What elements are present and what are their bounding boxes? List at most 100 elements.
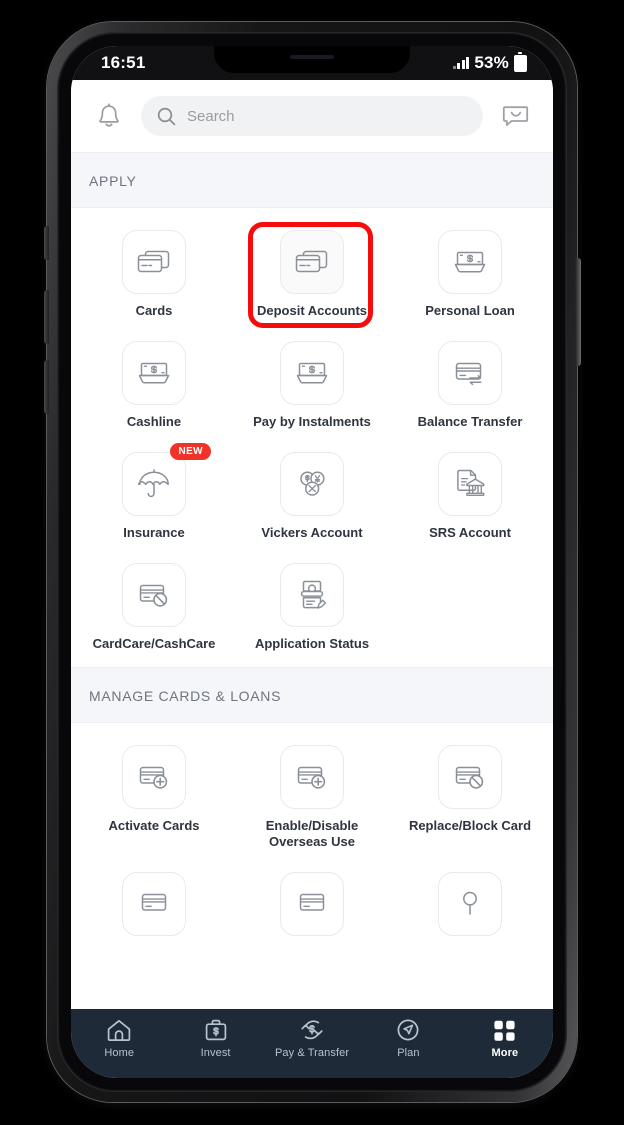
tile-label: Pay by Instalments <box>253 413 371 429</box>
nav-label: Invest <box>200 1047 231 1059</box>
tile-activate-cards[interactable]: Activate Cards <box>75 733 233 860</box>
tile-icon-box <box>122 230 186 294</box>
tile-label: Enable/Disable Overseas Use <box>265 818 359 850</box>
card-icon <box>141 893 167 911</box>
tile-icon-box <box>438 872 502 937</box>
section-header-apply: APPLY <box>71 152 553 208</box>
battery-icon <box>514 52 527 72</box>
nav-label: Pay & Transfer <box>274 1047 350 1059</box>
tile-balance-transfer[interactable]: Balance Transfer <box>391 329 549 440</box>
bank-document-icon <box>457 469 485 496</box>
tile-cardcare-cashcare[interactable]: CardCare/CashCare <box>75 551 233 662</box>
new-badge: NEW <box>170 442 211 460</box>
status-bar-clock: 16:51 <box>101 53 146 72</box>
tile-srs-account[interactable]: SRS Account <box>391 440 549 551</box>
tile-icon-box <box>438 340 502 405</box>
tile-icon-box <box>438 745 502 810</box>
card-transfer-arrows-icon <box>455 362 482 386</box>
tile-partial-1[interactable] <box>75 860 233 955</box>
tile-insurance[interactable]: NEW Insurance <box>75 440 233 551</box>
search-placeholder-text: Search <box>187 107 235 125</box>
tile-vickers-account[interactable]: Vickers Account <box>233 440 391 551</box>
tile-application-status[interactable]: Application Status <box>233 551 391 662</box>
tile-label: Replace/Block Card <box>408 818 532 834</box>
tile-deposit-accounts[interactable]: Deposit Accounts <box>233 218 391 329</box>
tile-label: Deposit Accounts <box>256 303 368 318</box>
tile-partial-2[interactable] <box>233 860 391 955</box>
tile-icon-box <box>280 451 344 516</box>
search-icon <box>157 107 176 125</box>
tile-label: CardCare/CashCare <box>92 635 216 651</box>
tile-grid-manage-cards-loans: Activate Cards Enable/Disable Overseas U… <box>71 723 553 962</box>
tile-icon-box <box>122 562 186 627</box>
nav-label: Plan <box>397 1047 420 1059</box>
tile-replace-block-card[interactable]: Replace/Block Card <box>391 733 549 860</box>
phone-screen: 16:51 53% Search APPLY Cards Deposit Acc… <box>71 46 553 1078</box>
credit-cards-stack-icon <box>295 250 328 273</box>
silent-switch-button[interactable] <box>44 226 49 260</box>
tile-pay-by-instalments[interactable]: Pay by Instalments <box>233 329 391 440</box>
status-bar: 16:51 53% <box>71 46 553 80</box>
tile-label: Activate Cards <box>108 818 200 834</box>
battery-percent-label: 53% <box>474 53 509 72</box>
section-header-manage-cards-loans: MANAGE CARDS & LOANS <box>71 667 553 724</box>
tile-icon-box <box>280 340 344 405</box>
currency-coins-icon <box>300 471 325 496</box>
notification-bell-button[interactable] <box>89 96 129 136</box>
device-notch <box>214 46 410 73</box>
tile-icon-box <box>280 872 344 937</box>
app-header: Search <box>71 80 553 152</box>
tile-icon-box: NEW <box>122 442 211 516</box>
tile-label: Cards <box>135 303 173 318</box>
tile-personal-loan[interactable]: Personal Loan <box>391 218 549 329</box>
tile-enable-disable-overseas-use[interactable]: Enable/Disable Overseas Use <box>233 733 391 860</box>
card-icon <box>299 893 325 911</box>
tile-partial-3[interactable] <box>391 860 549 955</box>
nav-item-invest[interactable]: Invest <box>167 1018 263 1059</box>
card-blocked-icon <box>455 767 484 790</box>
tile-label: Insurance <box>123 524 185 540</box>
nav-item-pay-transfer[interactable]: Pay & Transfer <box>264 1018 360 1059</box>
card-blocked-icon <box>139 584 168 607</box>
tile-label: Vickers Account <box>261 524 363 540</box>
tile-icon-box <box>438 230 502 294</box>
nav-item-plan[interactable]: Plan <box>360 1018 456 1059</box>
tile-icon-box <box>122 340 186 405</box>
tile-icon-box <box>122 745 186 810</box>
search-input[interactable]: Search <box>141 96 483 136</box>
transfer-dollar-icon <box>301 1020 323 1040</box>
chat-bubble-icon <box>502 106 528 126</box>
chat-button[interactable] <box>495 96 535 136</box>
volume-up-button[interactable] <box>44 290 49 344</box>
notification-bell-icon <box>99 103 119 127</box>
document-person-icon <box>300 580 327 609</box>
nav-label: More <box>491 1047 519 1059</box>
cellular-signal-icon <box>452 57 470 69</box>
volume-down-button[interactable] <box>44 360 49 414</box>
earpiece-speaker <box>290 55 334 59</box>
tile-list-scroll-area[interactable]: APPLY Cards Deposit Accounts Personal Lo… <box>71 152 553 1009</box>
nav-item-more[interactable]: More <box>457 1018 553 1059</box>
grid-squares-icon <box>494 1020 515 1041</box>
briefcase-dollar-icon <box>205 1019 226 1041</box>
tile-icon-box <box>122 872 186 937</box>
tile-cashline[interactable]: Cashline <box>75 329 233 440</box>
tile-label: Cashline <box>126 413 182 429</box>
tile-icon-box <box>438 451 502 516</box>
bottom-navigation-bar: Home Invest Pay & Transfer Plan More <box>71 1009 553 1078</box>
cash-tray-icon <box>454 251 486 273</box>
tile-label: SRS Account <box>429 524 511 540</box>
tile-grid-apply: Cards Deposit Accounts Personal Loan Cas… <box>71 208 553 668</box>
compass-icon <box>397 1019 419 1041</box>
tile-label: Personal Loan <box>425 303 515 318</box>
umbrella-icon <box>138 468 169 497</box>
home-icon <box>107 1019 131 1041</box>
tile-label: Application Status <box>254 635 370 651</box>
tile-cards[interactable]: Cards <box>75 218 233 329</box>
power-button[interactable] <box>575 258 581 366</box>
nav-label: Home <box>104 1047 135 1059</box>
credit-cards-stack-icon <box>137 250 170 273</box>
card-plus-icon <box>297 767 326 790</box>
nav-item-home[interactable]: Home <box>71 1018 167 1059</box>
tile-icon-box <box>280 562 344 627</box>
